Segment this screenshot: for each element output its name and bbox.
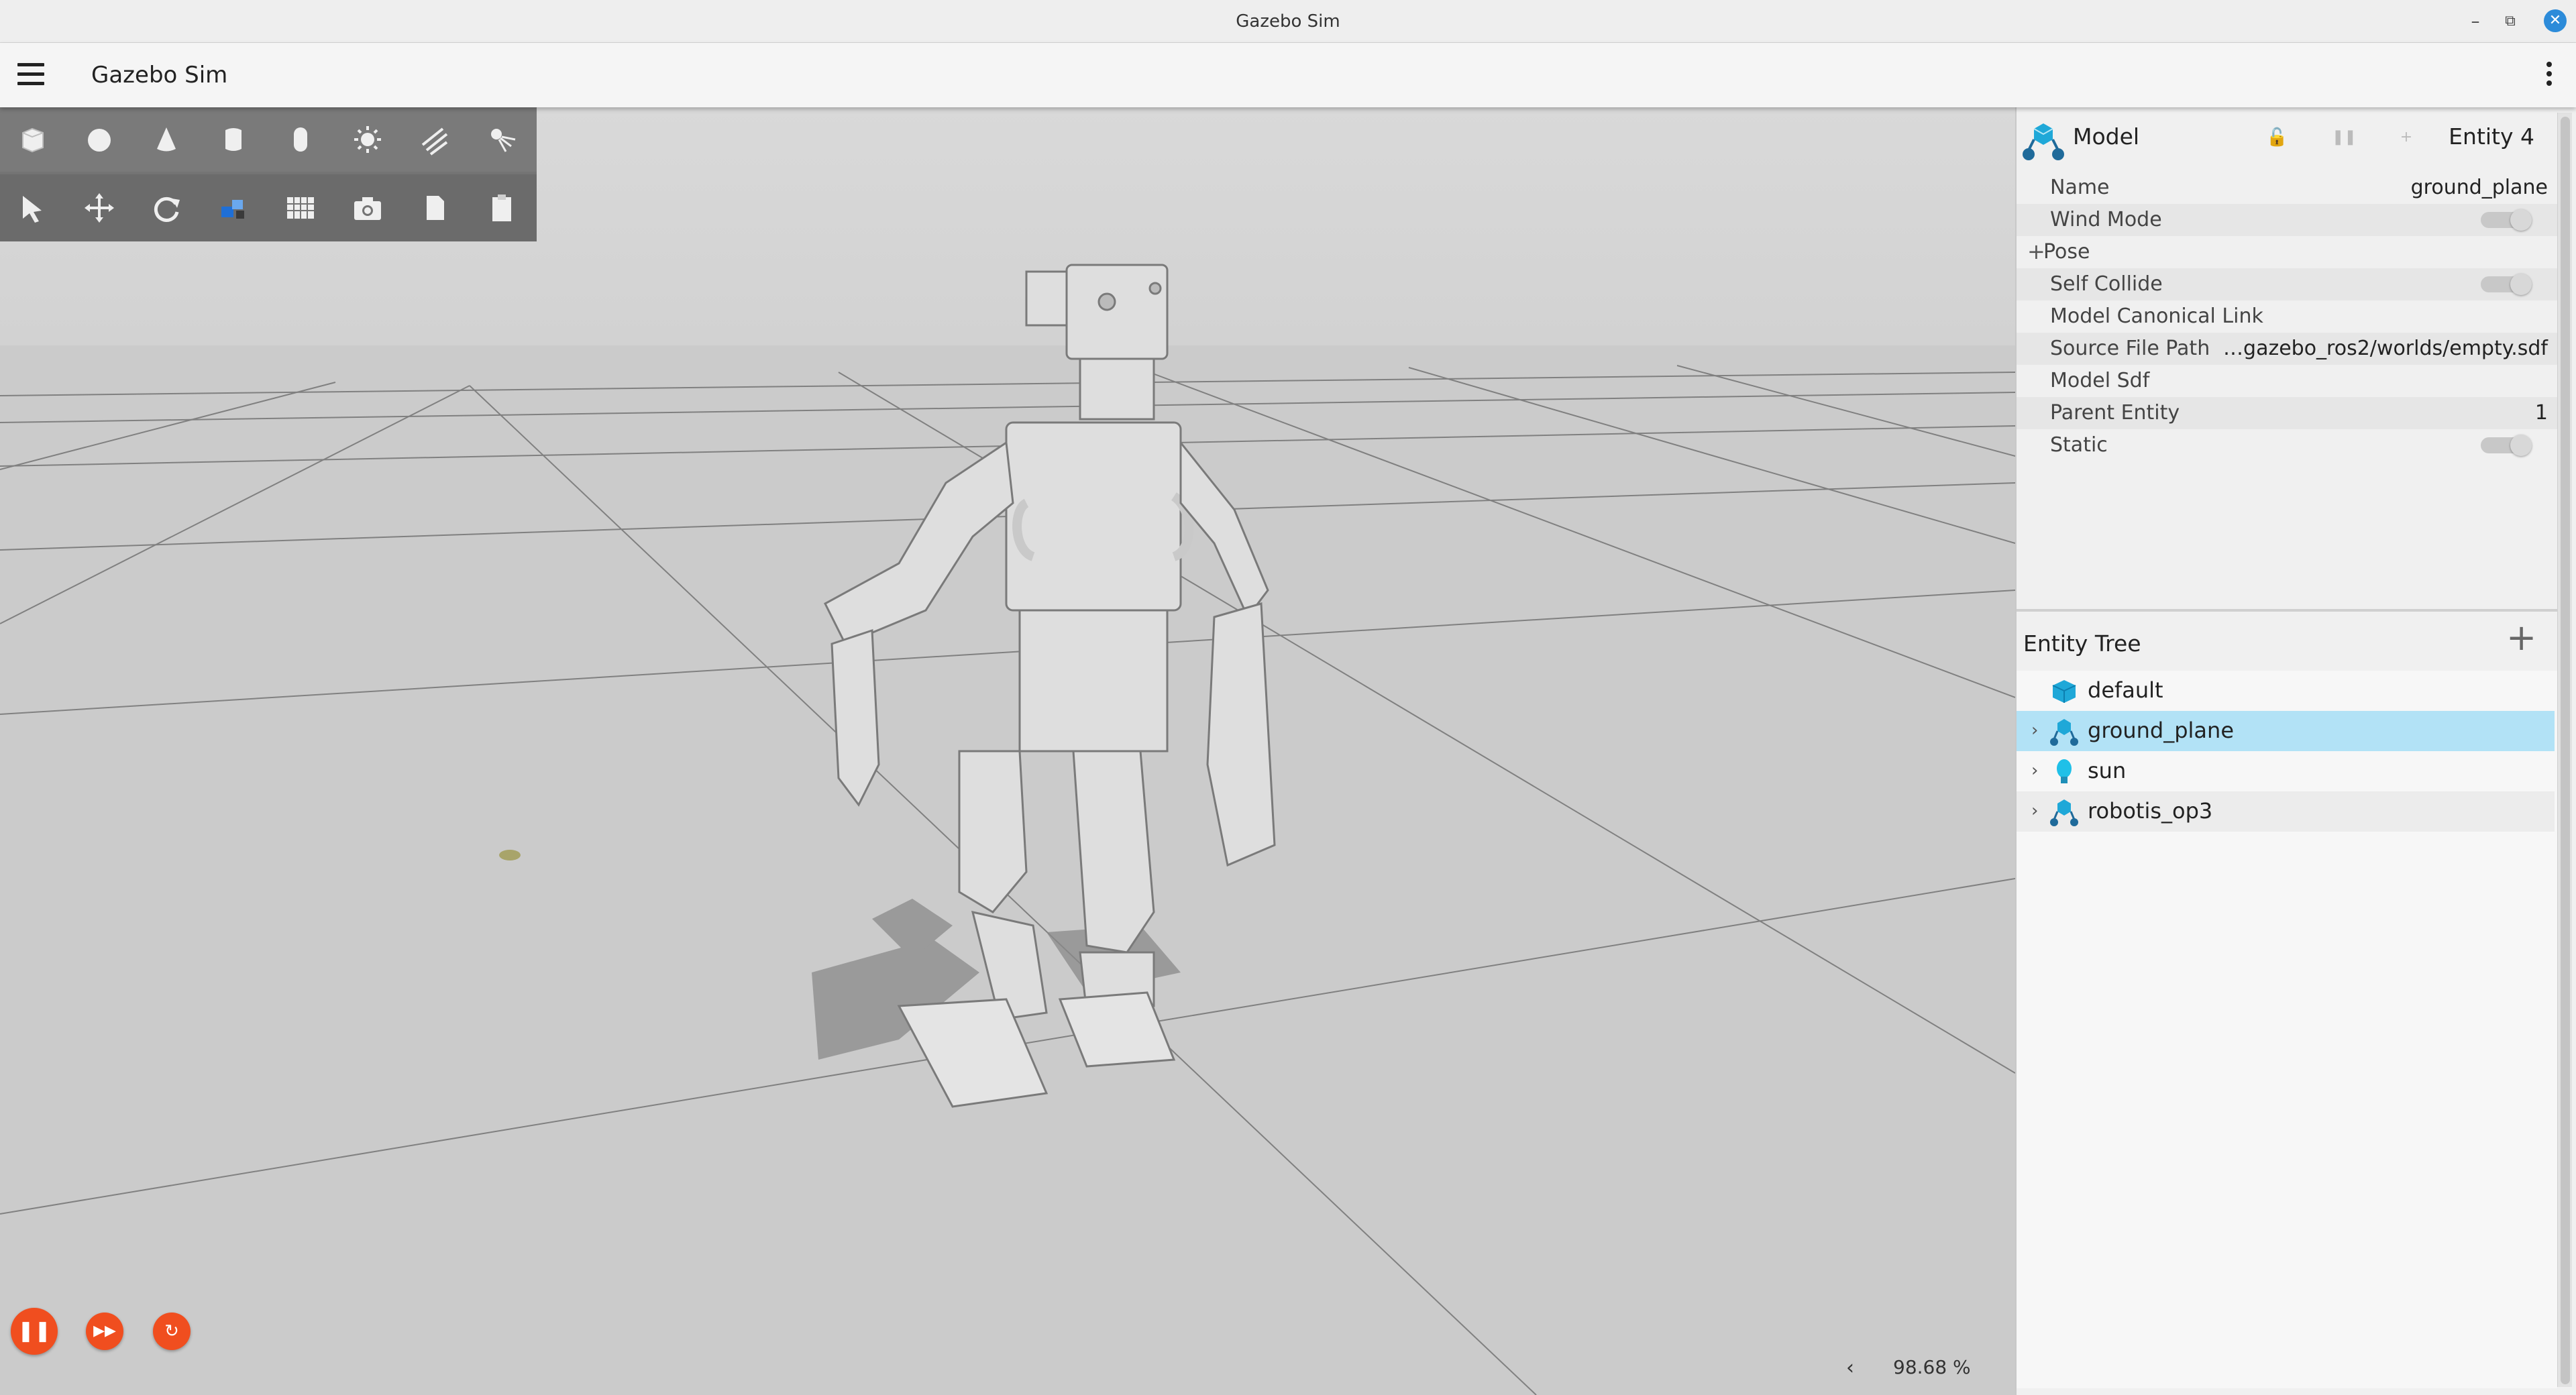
copy-icon[interactable] — [411, 184, 459, 232]
minimize-button[interactable]: – — [2462, 8, 2489, 35]
expand-chevron-icon[interactable]: › — [2031, 761, 2038, 781]
tree-item-label: default — [2088, 677, 2163, 703]
prop-value: ground_plane — [2410, 176, 2548, 199]
window-title: Gazebo Sim — [1236, 11, 1340, 32]
prop-key: Source File Path — [2050, 337, 2210, 360]
entity-tree: default › ground_plane › sun › robotis_o… — [2017, 671, 2557, 1388]
prop-value: …gazebo_ros2/worlds/empty.sdf — [2223, 337, 2548, 360]
box-icon[interactable] — [8, 115, 56, 164]
step-forward-button[interactable]: ▶▶ — [86, 1313, 123, 1350]
scene-3d-viewport[interactable] — [0, 107, 2015, 1395]
prop-key: Static — [2050, 433, 2108, 457]
capsule-icon[interactable] — [276, 115, 325, 164]
menu-icon[interactable] — [17, 63, 44, 87]
sphere-icon[interactable] — [75, 115, 123, 164]
app-bar: Gazebo Sim — [0, 43, 2576, 107]
light-bulb-icon — [2057, 759, 2072, 783]
prop-pose[interactable]: + Pose — [2017, 236, 2557, 268]
prop-model-canonical-link: Model Canonical Link — [2017, 300, 2557, 333]
prop-key: Model Canonical Link — [2050, 304, 2263, 328]
window-title-bar: Gazebo Sim – ⧉ ✕ — [0, 0, 2576, 43]
reset-button[interactable]: ↻ — [153, 1313, 191, 1350]
sun-light-icon[interactable] — [343, 115, 392, 164]
prop-static: Static — [2017, 429, 2557, 461]
prop-key: Wind Mode — [2050, 208, 2162, 231]
scrollbar-thumb[interactable] — [2561, 117, 2570, 1384]
wind-mode-toggle[interactable] — [2481, 209, 2532, 231]
translate-icon[interactable] — [75, 184, 123, 232]
tree-item-label: ground_plane — [2088, 718, 2234, 743]
add-entity-icon[interactable]: + — [2506, 620, 2536, 656]
collapse-stats-icon[interactable]: ‹ — [1846, 1356, 1854, 1380]
pause-inspector-icon[interactable]: ❚❚ — [2332, 127, 2357, 148]
panel-splitter[interactable] — [2017, 609, 2557, 612]
shapes-and-tools-toolbar — [0, 107, 537, 241]
tree-item-sun[interactable]: › sun — [2017, 751, 2555, 791]
camera-screenshot-icon[interactable] — [343, 184, 392, 232]
more-options-icon[interactable] — [2545, 62, 2553, 89]
grid-snap-icon[interactable] — [276, 184, 325, 232]
prop-source-file-path: Source File Path …gazebo_ros2/worlds/emp… — [2017, 333, 2557, 365]
pause-button[interactable]: ❚❚ — [11, 1308, 58, 1355]
real-time-factor: 98.68 % — [1893, 1356, 1971, 1378]
select-icon[interactable] — [8, 184, 56, 232]
scene-render — [0, 107, 2015, 1395]
static-toggle[interactable] — [2481, 435, 2532, 456]
prop-model-sdf: Model Sdf — [2017, 365, 2557, 397]
expand-chevron-icon[interactable]: › — [2031, 801, 2038, 821]
entity-id-label: Entity 4 — [2449, 123, 2534, 150]
close-button[interactable]: ✕ — [2544, 9, 2567, 32]
expand-pose-icon[interactable]: + — [2027, 239, 2045, 264]
self-collide-toggle[interactable] — [2481, 274, 2532, 295]
tree-item-robotis-op3[interactable]: › robotis_op3 — [2017, 791, 2555, 832]
prop-key: Model Sdf — [2050, 369, 2150, 392]
component-inspector-header: Model 🔓 ❚❚ + Entity 4 — [2017, 107, 2557, 173]
prop-wind-mode: Wind Mode — [2017, 204, 2557, 236]
cylinder-icon[interactable] — [209, 115, 258, 164]
entity-type-label: Model — [2073, 123, 2140, 150]
prop-parent-entity: Parent Entity 1 — [2017, 397, 2557, 429]
prop-key: Pose — [2043, 240, 2090, 264]
tree-item-label: sun — [2088, 758, 2127, 783]
right-side-panel: Model 🔓 ❚❚ + Entity 4 Name ground_plane … — [2015, 107, 2576, 1395]
expand-chevron-icon[interactable]: › — [2031, 720, 2038, 740]
tree-item-default[interactable]: default — [2017, 671, 2555, 711]
prop-self-collide: Self Collide — [2017, 268, 2557, 300]
prop-name: Name ground_plane — [2017, 172, 2557, 204]
prop-key: Name — [2050, 176, 2110, 199]
add-component-icon[interactable]: + — [2396, 127, 2416, 148]
rotate-icon[interactable] — [142, 184, 191, 232]
model-icon — [2050, 719, 2078, 746]
entity-tree-title: Entity Tree — [2023, 630, 2141, 657]
tree-item-ground-plane[interactable]: › ground_plane — [2017, 711, 2555, 751]
world-cube-icon — [2052, 680, 2076, 703]
lock-icon[interactable]: 🔓 — [2266, 127, 2288, 148]
tree-item-label: robotis_op3 — [2088, 798, 2213, 824]
spot-light-icon[interactable] — [478, 115, 526, 164]
model-icon — [2050, 799, 2078, 826]
app-title: Gazebo Sim — [91, 62, 228, 89]
prop-key: Self Collide — [2050, 272, 2163, 296]
cone-icon[interactable] — [142, 115, 191, 164]
prop-key: Parent Entity — [2050, 401, 2180, 425]
paste-icon[interactable] — [478, 184, 526, 232]
prop-value: 1 — [2534, 401, 2548, 425]
maximize-button[interactable]: ⧉ — [2497, 8, 2524, 35]
inspector-scrollbar[interactable] — [2557, 113, 2572, 1387]
model-icon — [2023, 123, 2064, 160]
transform-control-icon[interactable] — [209, 184, 258, 232]
directional-light-icon[interactable] — [411, 115, 459, 164]
